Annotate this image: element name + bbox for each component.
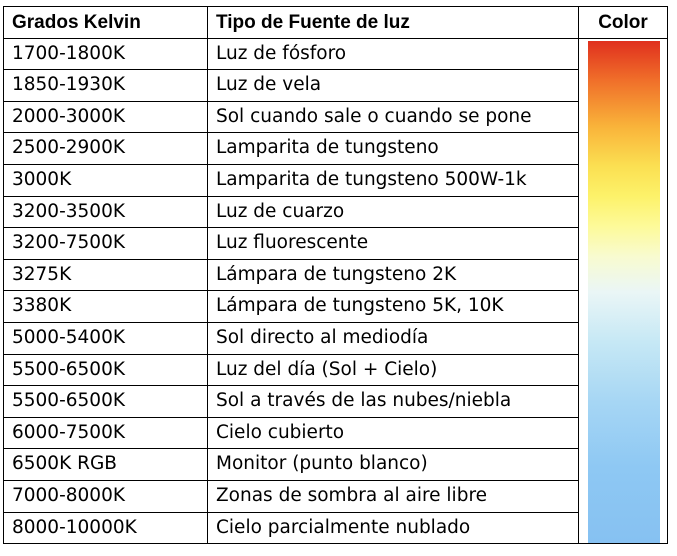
table-row: 3275K Lámpara de tungsteno 2K bbox=[3, 258, 668, 292]
light-source-cell: Lamparita de tungsteno bbox=[207, 132, 579, 165]
table-row: 3200-3500K Luz de cuarzo bbox=[3, 195, 668, 229]
header-color: Color bbox=[578, 6, 668, 39]
light-source-cell: Lámpara de tungsteno 2K bbox=[207, 258, 579, 292]
light-source-cell: Zonas de sombra al aire libre bbox=[207, 479, 579, 513]
table-row: 8000-10000K Cielo parcialmente nublado bbox=[3, 511, 668, 545]
light-source-cell: Lámpara de tungsteno 5K, 10K bbox=[207, 290, 579, 323]
light-source-cell: Monitor (punto blanco) bbox=[207, 448, 579, 481]
kelvin-cell: 3000K bbox=[3, 163, 208, 197]
light-source-cell: Luz de vela bbox=[207, 69, 579, 102]
light-source-cell: Cielo cubierto bbox=[207, 416, 579, 450]
color-cell bbox=[578, 37, 668, 545]
header-source: Tipo de Fuente de luz bbox=[207, 6, 579, 39]
table-body: 1700-1800K Luz de fósforo 1850-1930K Luz de… bbox=[3, 37, 668, 545]
header-kelvin: Grados Kelvin bbox=[3, 6, 208, 39]
kelvin-cell: 3380K bbox=[3, 290, 208, 323]
color-temperature-table: Grados Kelvin Tipo de Fuente de luz Colo… bbox=[3, 6, 668, 545]
kelvin-cell: 8000-10000K bbox=[3, 511, 208, 545]
light-source-cell: Luz de cuarzo bbox=[207, 195, 579, 229]
kelvin-cell: 5500-6500K bbox=[3, 385, 208, 418]
table-row: 2000-3000K Sol cuando sale o cuando se po… bbox=[3, 100, 668, 134]
light-source-cell: Luz fluorescente bbox=[207, 227, 579, 260]
kelvin-cell: 1700-1800K bbox=[3, 37, 208, 71]
kelvin-cell: 2500-2900K bbox=[3, 132, 208, 165]
table-row: 3000K Lamparita de tungsteno 500W-1k bbox=[3, 163, 668, 197]
kelvin-cell: 3200-7500K bbox=[3, 227, 208, 260]
light-source-cell: Cielo parcialmente nublado bbox=[207, 511, 579, 545]
light-source-cell: Luz de fósforo bbox=[207, 37, 579, 71]
table-row: 5000-5400K Sol directo al mediodía bbox=[3, 321, 668, 355]
kelvin-cell: 5500-6500K bbox=[3, 353, 208, 387]
table-row: 7000-8000K Zonas de sombra al aire libre bbox=[3, 479, 668, 513]
table-row: 2500-2900K Lamparita de tungsteno bbox=[3, 132, 668, 165]
table-row: 5500-6500K Sol a través de las nubes/nieb… bbox=[3, 385, 668, 418]
table-row: 5500-6500K Luz del día (Sol + Cielo) bbox=[3, 353, 668, 387]
color-gradient-bar bbox=[588, 40, 660, 543]
kelvin-cell: 5000-5400K bbox=[3, 321, 208, 355]
kelvin-cell: 1850-1930K bbox=[3, 69, 208, 102]
table-row: 1850-1930K Luz de vela bbox=[3, 69, 668, 102]
table-row: 6000-7500K Cielo cubierto bbox=[3, 416, 668, 450]
kelvin-cell: 6500K RGB bbox=[3, 448, 208, 481]
table-row: 3380K Lámpara de tungsteno 5K, 10K bbox=[3, 290, 668, 323]
header-row: Grados Kelvin Tipo de Fuente de luz Colo… bbox=[3, 6, 668, 39]
table-row: 6500K RGB Monitor (punto blanco) bbox=[3, 448, 668, 481]
kelvin-cell: 6000-7500K bbox=[3, 416, 208, 450]
light-source-cell: Lamparita de tungsteno 500W-1k bbox=[207, 163, 579, 197]
light-source-cell: Sol a través de las nubes/niebla bbox=[207, 385, 579, 418]
kelvin-cell: 3200-3500K bbox=[3, 195, 208, 229]
table-row: 1700-1800K Luz de fósforo bbox=[3, 37, 668, 545]
light-source-cell: Luz del día (Sol + Cielo) bbox=[207, 353, 579, 387]
light-source-cell: Sol directo al mediodía bbox=[207, 321, 579, 355]
kelvin-cell: 3275K bbox=[3, 258, 208, 292]
kelvin-cell: 7000-8000K bbox=[3, 479, 208, 513]
light-source-cell: Sol cuando sale o cuando se pone bbox=[207, 100, 579, 134]
table-row: 3200-7500K Luz fluorescente bbox=[3, 227, 668, 260]
kelvin-cell: 2000-3000K bbox=[3, 100, 208, 134]
